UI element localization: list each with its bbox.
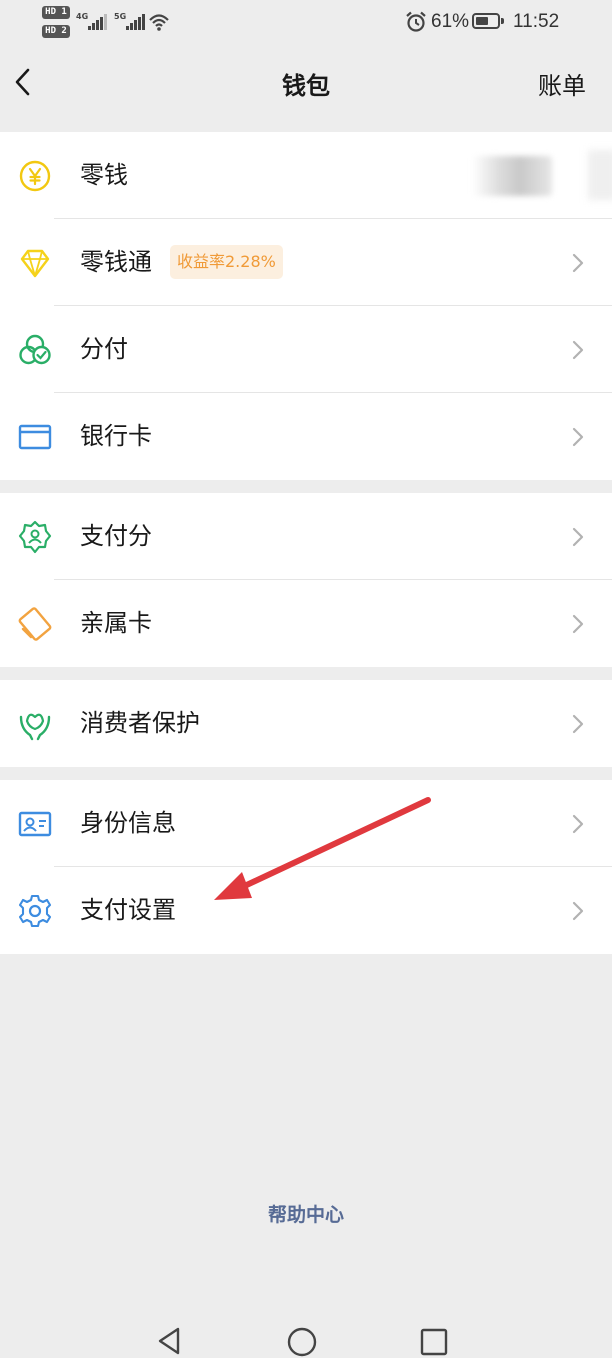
balance-masked-edge <box>588 150 612 200</box>
fenfu-icon <box>19 334 51 365</box>
chevron-right-icon <box>572 714 584 734</box>
chevron-right-icon <box>572 614 584 634</box>
family-card-icon <box>18 607 52 641</box>
gear-icon <box>18 894 52 928</box>
row-licaitong[interactable]: 零钱通 收益率2.28% <box>0 219 612 306</box>
battery-tip <box>501 18 504 24</box>
chevron-right-icon <box>572 427 584 447</box>
row-label-bank-card: 银行卡 <box>80 422 152 450</box>
wallet-group-2: 支付分 亲属卡 <box>0 493 612 667</box>
card-icon <box>18 424 52 450</box>
row-label-consumer-protection: 消费者保护 <box>80 709 200 737</box>
system-navigation-bar <box>0 1310 612 1357</box>
annotation-arrow <box>214 797 431 900</box>
score-badge-icon <box>18 520 52 554</box>
row-label-payment-settings: 支付设置 <box>80 896 176 924</box>
network-4g-label: 4G <box>76 12 89 21</box>
page-title: 钱包 <box>282 72 330 100</box>
wallet-group-1: 零钱 零钱通 收益率2.28% 分付 银行卡 <box>0 132 612 480</box>
protect-hands-icon <box>19 713 51 741</box>
alarm-icon <box>406 11 426 32</box>
system-back-icon[interactable] <box>154 1326 184 1356</box>
chevron-right-icon <box>572 527 584 547</box>
wallet-group-3: 消费者保护 <box>0 680 612 767</box>
row-pay-score[interactable]: 支付分 <box>0 493 612 580</box>
navigation-bar: 钱包 账单 <box>0 46 612 126</box>
help-center-link[interactable]: 帮助中心 <box>0 1200 612 1227</box>
row-change[interactable]: 零钱 <box>0 132 612 219</box>
coin-yuan-icon <box>19 160 51 192</box>
hd1-indicator: HD 1 <box>42 6 70 19</box>
wifi-icon <box>149 14 169 31</box>
signal-strength-icon <box>88 14 108 30</box>
battery-percent: 61% <box>431 11 470 32</box>
row-fenfu[interactable]: 分付 <box>0 306 612 393</box>
status-bar: HD 1 HD 2 4G 5G 61% 11:52 <box>0 0 612 46</box>
row-consumer-protection[interactable]: 消费者保护 <box>0 680 612 767</box>
battery-fill <box>476 17 488 25</box>
diamond-icon <box>20 249 50 278</box>
row-label-licaitong: 零钱通 <box>80 248 152 276</box>
row-label-family-card: 亲属卡 <box>80 609 152 637</box>
system-recents-icon[interactable] <box>420 1328 448 1356</box>
row-label-fenfu: 分付 <box>80 335 128 363</box>
system-home-icon[interactable] <box>286 1326 318 1358</box>
row-family-card[interactable]: 亲属卡 <box>0 580 612 667</box>
chevron-right-icon <box>572 340 584 360</box>
row-label-pay-score: 支付分 <box>80 522 152 550</box>
chevron-right-icon <box>572 253 584 273</box>
hd2-indicator: HD 2 <box>42 25 70 38</box>
chevron-right-icon <box>572 901 584 921</box>
clock: 11:52 <box>513 11 560 32</box>
row-label-change: 零钱 <box>80 161 128 189</box>
row-label-identity-info: 身份信息 <box>80 809 176 837</box>
bill-button[interactable]: 账单 <box>538 66 586 101</box>
signal-strength-icon-2 <box>126 14 146 30</box>
yield-badge: 收益率2.28% <box>170 245 283 279</box>
row-bank-card[interactable]: 银行卡 <box>0 393 612 480</box>
balance-masked <box>472 156 552 196</box>
chevron-right-icon <box>572 814 584 834</box>
network-5g-label: 5G <box>114 12 127 21</box>
id-card-icon <box>18 811 52 837</box>
battery-icon <box>472 13 500 29</box>
